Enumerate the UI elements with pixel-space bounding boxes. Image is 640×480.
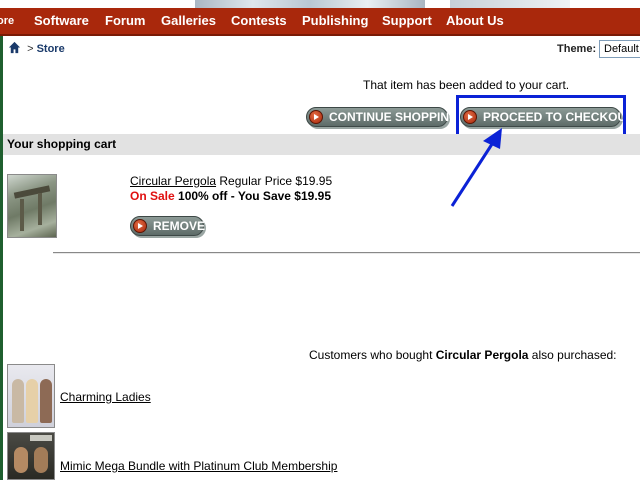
nav-item-publishing[interactable]: Publishing xyxy=(302,8,368,34)
main-nav: ore Software Forum Galleries Contests Pu… xyxy=(0,8,640,36)
annotation-arrow xyxy=(450,128,502,207)
on-sale-label: On Sale xyxy=(130,189,175,203)
nav-item-about-us[interactable]: About Us xyxy=(446,8,504,34)
also-purchased-product: Circular Pergola xyxy=(435,348,529,362)
product-tag-shape xyxy=(30,435,52,441)
related-link-label[interactable]: Charming Ladies xyxy=(60,390,151,404)
also-purchased-suffix: also purchased: xyxy=(531,348,617,362)
nav-item-software[interactable]: Software xyxy=(34,8,89,34)
regular-price: Regular Price $19.95 xyxy=(219,174,333,188)
theme-label: Theme: xyxy=(557,43,597,55)
product-link[interactable]: Circular Pergola xyxy=(130,174,216,188)
also-purchased-message: Customers who bought Circular Pergola al… xyxy=(309,348,617,362)
related-thumbnail-mimic-bundle[interactable] xyxy=(7,432,55,480)
arrow-right-icon xyxy=(309,110,323,124)
home-icon[interactable] xyxy=(8,41,21,54)
related-link-label[interactable]: Mimic Mega Bundle with Platinum Club Mem… xyxy=(60,459,337,473)
face-shape xyxy=(14,447,28,473)
product-thumbnail[interactable] xyxy=(7,174,57,238)
banner-image-right xyxy=(450,0,570,8)
related-link-charming-ladies[interactable]: Charming Ladies xyxy=(60,390,151,404)
nav-item-contests[interactable]: Contests xyxy=(231,8,287,34)
discount-text: 100% off - You Save $19.95 xyxy=(178,189,331,203)
nav-item-store[interactable]: ore xyxy=(0,8,14,34)
face-shape xyxy=(34,447,48,473)
banner-image xyxy=(195,0,425,8)
figure-shape xyxy=(26,379,38,423)
header-banner xyxy=(0,0,640,8)
breadcrumb-store[interactable]: Store xyxy=(37,43,65,55)
nav-item-forum[interactable]: Forum xyxy=(105,8,145,34)
nav-item-support[interactable]: Support xyxy=(382,8,432,34)
figure-shape xyxy=(40,379,52,423)
continue-shopping-button[interactable]: CONTINUE SHOPPING xyxy=(306,107,458,127)
page-left-edge xyxy=(0,0,3,480)
related-thumbnail-charming-ladies[interactable] xyxy=(7,364,55,428)
related-link-mimic-bundle[interactable]: Mimic Mega Bundle with Platinum Club Mem… xyxy=(60,459,337,473)
remove-button[interactable]: REMOVE xyxy=(130,216,206,236)
nav-item-galleries[interactable]: Galleries xyxy=(161,8,216,34)
divider xyxy=(53,252,640,254)
figure-shape xyxy=(12,379,24,423)
continue-shopping-label: CONTINUE SHOPPING xyxy=(329,110,459,124)
breadcrumb-separator: > xyxy=(27,43,34,55)
breadcrumb: > Store xyxy=(8,41,65,57)
added-to-cart-message: That item has been added to your cart. xyxy=(363,78,570,92)
product-info: Circular Pergola Regular Price $19.95 xyxy=(130,174,332,188)
arrow-right-icon xyxy=(133,219,147,233)
also-purchased-prefix: Customers who bought xyxy=(309,348,433,362)
sale-info: On Sale 100% off - You Save $19.95 xyxy=(130,189,331,203)
checkout-highlight-box xyxy=(456,95,626,137)
theme-select[interactable]: Default xyxy=(599,40,640,58)
shopping-cart-header: Your shopping cart xyxy=(3,134,640,155)
remove-label: REMOVE xyxy=(153,219,206,233)
